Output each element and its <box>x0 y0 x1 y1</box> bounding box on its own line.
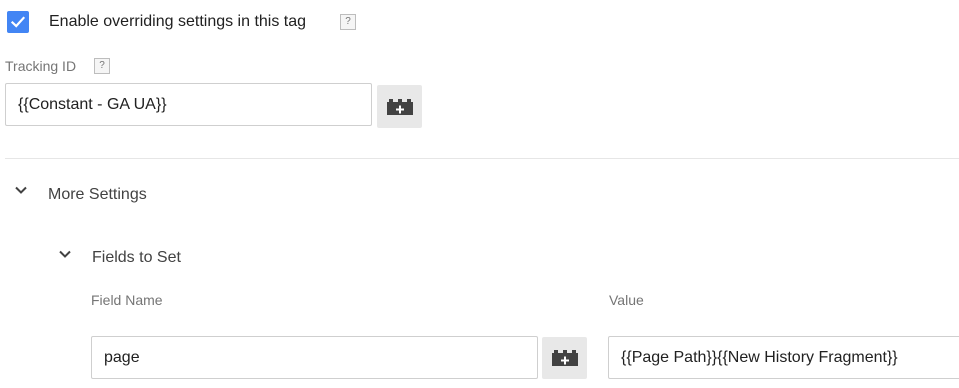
fields-to-set-toggle[interactable]: Fields to Set <box>92 248 181 268</box>
override-label[interactable]: Enable overriding settings in this tag <box>49 12 306 32</box>
field-name-input[interactable]: page <box>91 336 538 379</box>
more-settings-toggle[interactable]: More Settings <box>48 185 147 205</box>
override-checkbox[interactable] <box>7 11 29 33</box>
fields-to-set-chevron-down-icon[interactable] <box>58 249 72 259</box>
section-divider <box>5 158 959 159</box>
field-name-variable-button[interactable] <box>542 337 587 379</box>
field-name-column-header: Field Name <box>91 292 163 308</box>
tracking-id-variable-button[interactable] <box>377 85 422 128</box>
value-column-header: Value <box>609 292 644 308</box>
override-help-icon[interactable]: ? <box>340 14 356 30</box>
tracking-id-help-icon[interactable]: ? <box>94 58 110 74</box>
tracking-id-label: Tracking ID <box>5 58 77 74</box>
variable-brick-icon <box>386 98 413 115</box>
tracking-id-input[interactable]: {{Constant - GA UA}} <box>5 83 372 126</box>
variable-brick-icon <box>551 350 578 366</box>
field-value-input[interactable]: {{Page Path}}{{New History Fragment}} <box>608 336 959 379</box>
tag-settings-panel: Enable overriding settings in this tag ?… <box>0 0 959 388</box>
checkmark-icon <box>10 16 26 28</box>
more-settings-chevron-down-icon[interactable] <box>14 185 28 195</box>
